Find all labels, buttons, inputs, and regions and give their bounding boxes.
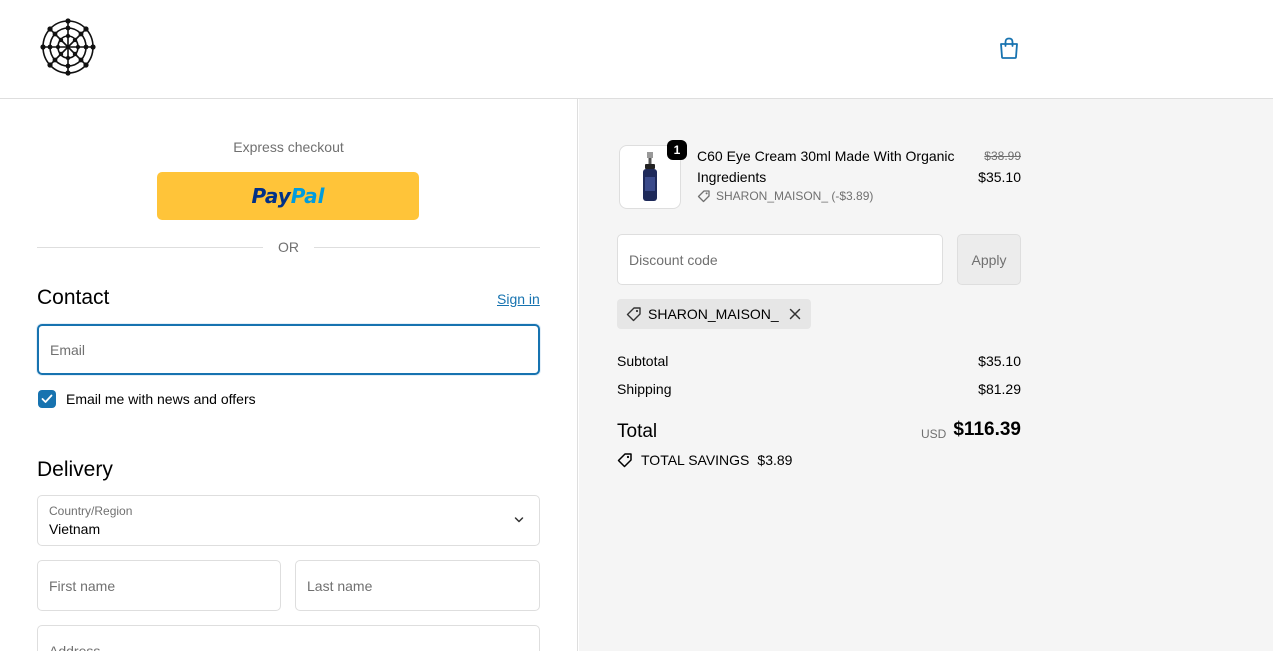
header: [0, 0, 1273, 99]
original-price: $38.99: [984, 149, 1021, 163]
product-discount: SHARON_MAISON_ (-$3.89): [697, 189, 873, 203]
applied-code-text: SHARON_MAISON_: [648, 306, 779, 322]
paypal-logo-pal: Pal: [290, 184, 325, 208]
total-savings: TOTAL SAVINGS $3.89: [617, 452, 792, 468]
contact-heading: Contact: [37, 286, 110, 309]
product-discount-text: SHARON_MAISON_ (-$3.89): [716, 189, 874, 203]
shopping-bag-icon: [1000, 37, 1018, 59]
address-field: [37, 625, 540, 651]
discount-field: [617, 234, 943, 285]
email-field: [37, 324, 540, 375]
country-select[interactable]: Country/Region Vietnam: [37, 495, 540, 546]
subtotal-label: Subtotal: [617, 353, 669, 369]
total-value: $116.39: [953, 419, 1021, 440]
or-divider: OR: [37, 238, 540, 256]
savings-label: TOTAL SAVINGS: [641, 452, 750, 468]
first-name-input[interactable]: [38, 561, 280, 610]
applied-discount-tag: SHARON_MAISON_: [617, 299, 811, 329]
chevron-down-icon: [514, 517, 524, 523]
paypal-logo-pay: Pay: [251, 184, 291, 208]
first-name-field: [37, 560, 281, 611]
product-price: $35.10: [978, 169, 1021, 185]
delivery-heading: Delivery: [37, 458, 113, 481]
shipping-value: $81.29: [978, 381, 1021, 397]
shipping-label: Shipping: [617, 381, 672, 397]
express-checkout-title: Express checkout: [233, 139, 344, 155]
paypal-button[interactable]: Pay Pal: [157, 172, 419, 220]
last-name-input[interactable]: [296, 561, 539, 610]
discount-code-input[interactable]: [618, 235, 942, 284]
newsletter-row: Email me with news and offers: [38, 389, 256, 409]
newsletter-checkbox[interactable]: [38, 390, 56, 408]
check-icon: [41, 394, 53, 403]
total-label: Total: [617, 421, 658, 442]
last-name-field: [295, 560, 540, 611]
tag-icon: [697, 190, 710, 203]
order-summary: 1 C60 Eye Cream 30ml Made With Organic I…: [579, 99, 1273, 651]
remove-discount-button[interactable]: [789, 308, 801, 320]
checkout-form: Express checkout Pay Pal OR Contact Sign …: [0, 99, 578, 651]
newsletter-label: Email me with news and offers: [66, 391, 256, 407]
fullerene-logo[interactable]: [40, 18, 96, 76]
country-label: Country/Region: [49, 504, 133, 518]
tag-icon: [617, 453, 632, 468]
quantity-badge: 1: [667, 140, 687, 160]
shipping-row: Shipping $81.29: [617, 381, 1021, 397]
sign-in-link[interactable]: Sign in: [497, 291, 540, 307]
savings-value: $3.89: [757, 452, 793, 468]
product-bottle-image: [643, 152, 657, 201]
address-input[interactable]: [38, 626, 539, 651]
subtotal-row: Subtotal $35.10: [617, 353, 1021, 369]
country-value: Vietnam: [49, 521, 101, 537]
cart-button[interactable]: [996, 34, 1022, 62]
close-icon: [789, 308, 800, 320]
apply-button[interactable]: Apply: [957, 234, 1021, 285]
email-input[interactable]: [39, 326, 538, 373]
or-text: OR: [278, 239, 299, 255]
subtotal-value: $35.10: [978, 353, 1021, 369]
tag-icon: [626, 307, 641, 322]
